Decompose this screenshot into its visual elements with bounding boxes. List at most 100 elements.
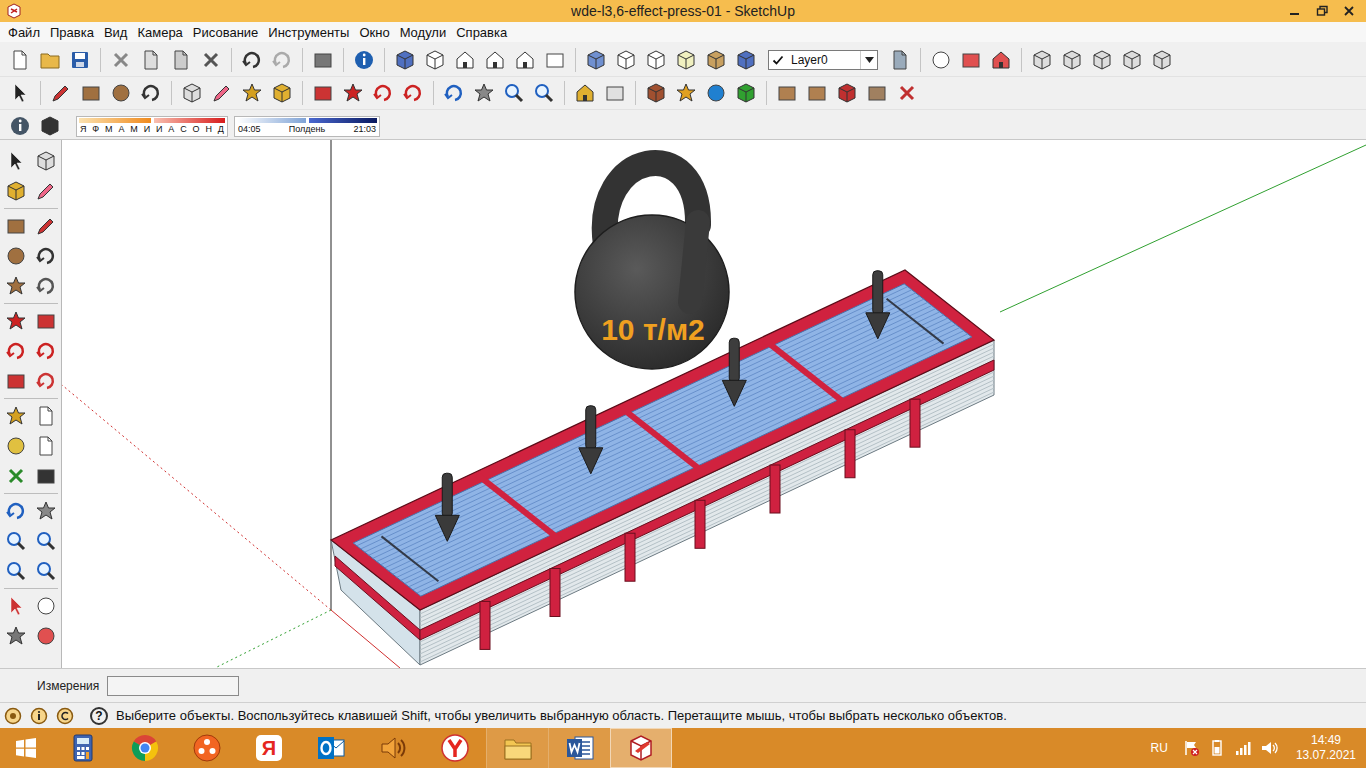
toolbar-button[interactable] [1, 306, 31, 336]
add-location-icon[interactable] [675, 82, 697, 104]
previous-view-icon[interactable] [5, 560, 27, 582]
toolbar-button[interactable] [1148, 46, 1176, 74]
toolbar-button[interactable] [1, 591, 31, 621]
print-icon[interactable] [312, 49, 334, 71]
toolbar-button[interactable] [541, 46, 569, 74]
preview-icon[interactable] [735, 82, 757, 104]
menu-item[interactable]: Справка [451, 25, 512, 40]
time-slider[interactable]: 04:05Полдень21:03 [234, 116, 380, 137]
section-cuts-icon[interactable] [990, 49, 1012, 71]
chrome-taskbar-button[interactable] [114, 728, 176, 768]
model-info-icon[interactable] [353, 49, 375, 71]
toolbar-button[interactable] [31, 401, 61, 431]
toolbar-button[interactable] [137, 79, 165, 107]
toolbar-button[interactable] [1, 146, 31, 176]
toolbar-button[interactable] [702, 79, 730, 107]
rectangle-icon[interactable] [5, 215, 27, 237]
drape-icon[interactable] [836, 82, 858, 104]
toolbar-button[interactable] [309, 79, 337, 107]
pencil-icon[interactable] [50, 82, 72, 104]
toolbar-button[interactable] [339, 79, 367, 107]
toolbar-button[interactable] [178, 79, 206, 107]
toolbar-button[interactable] [31, 526, 61, 556]
toolbar-button[interactable] [530, 79, 558, 107]
toggle-terrain-icon[interactable] [705, 82, 727, 104]
toolbar-button[interactable] [36, 112, 64, 140]
xray-icon[interactable] [585, 49, 607, 71]
open-folder-icon[interactable] [39, 49, 61, 71]
textured-icon[interactable] [705, 49, 727, 71]
toolbar-button[interactable] [47, 79, 75, 107]
close-button[interactable] [1335, 1, 1362, 21]
polygon-icon[interactable] [5, 275, 27, 297]
save-icon[interactable] [69, 49, 91, 71]
toolbar-button[interactable] [238, 79, 266, 107]
geolocation-icon[interactable] [4, 707, 22, 725]
zoom-window-icon[interactable] [35, 530, 57, 552]
zoom-extents-icon[interactable] [533, 82, 555, 104]
section-plane-icon[interactable] [930, 49, 952, 71]
layer-dropdown[interactable]: Layer0 [768, 50, 878, 70]
toolbar-button[interactable] [1, 401, 31, 431]
volume-icon[interactable] [1260, 739, 1278, 757]
toolbar-button[interactable] [31, 431, 61, 461]
toolbar-button[interactable] [1, 526, 31, 556]
calculator-taskbar-button[interactable] [52, 728, 114, 768]
toolbar-button[interactable] [1058, 46, 1086, 74]
toolbar-button[interactable] [31, 366, 61, 396]
text-tool-icon[interactable] [35, 435, 57, 457]
arc-icon[interactable] [35, 245, 57, 267]
toolbar-button[interactable] [732, 46, 760, 74]
toolbar-button[interactable] [107, 46, 135, 74]
menu-item[interactable]: Вид [99, 25, 133, 40]
orbit-icon[interactable] [443, 82, 465, 104]
freehand-icon[interactable] [35, 275, 57, 297]
wireframe-icon[interactable] [615, 49, 637, 71]
toolbar-button[interactable] [268, 46, 296, 74]
flip-edge-icon[interactable] [896, 82, 918, 104]
redo-icon[interactable] [271, 49, 293, 71]
yandex-taskbar-button[interactable]: Я [238, 728, 300, 768]
share-icon[interactable] [604, 82, 626, 104]
toolbar-button[interactable] [137, 46, 165, 74]
line-icon[interactable] [35, 215, 57, 237]
toolbar-button[interactable] [238, 46, 266, 74]
tape-icon[interactable] [241, 82, 263, 104]
toolbar-button[interactable] [1, 336, 31, 366]
rectangle-icon[interactable] [80, 82, 102, 104]
toolbar-button[interactable] [36, 46, 64, 74]
toolbar-button[interactable] [391, 46, 419, 74]
toolbar-button[interactable] [31, 306, 61, 336]
orbit-icon[interactable] [5, 500, 27, 522]
toolbar-button[interactable] [107, 79, 135, 107]
toolbar-button[interactable] [6, 112, 34, 140]
toolbar-button[interactable] [957, 46, 985, 74]
toolbar-button[interactable] [672, 46, 700, 74]
new-file-icon[interactable] [9, 49, 31, 71]
user-icon[interactable] [56, 707, 74, 725]
toolbar-button[interactable] [511, 46, 539, 74]
toolbar-button[interactable] [732, 79, 760, 107]
walk-icon[interactable] [5, 625, 27, 647]
front-view-icon[interactable] [454, 49, 476, 71]
display-section-icon[interactable] [960, 49, 982, 71]
monochrome-icon[interactable] [735, 49, 757, 71]
top-view-icon[interactable] [424, 49, 446, 71]
toolbar-button[interactable] [31, 211, 61, 241]
get-models-icon[interactable] [645, 82, 667, 104]
toolbar-button[interactable] [268, 79, 296, 107]
smoove-icon[interactable] [776, 82, 798, 104]
toolbar-button[interactable] [399, 79, 427, 107]
press-box[interactable] [331, 270, 994, 665]
zoom-icon[interactable] [5, 530, 27, 552]
hidden-line-icon[interactable] [645, 49, 667, 71]
follow-me-icon[interactable] [35, 340, 57, 362]
battery-icon[interactable] [1208, 739, 1226, 757]
circle-icon[interactable] [5, 245, 27, 267]
toolbar-button[interactable] [77, 79, 105, 107]
toolbar-button[interactable] [893, 79, 921, 107]
scene-d-icon[interactable] [1121, 49, 1143, 71]
toolbar-button[interactable] [31, 336, 61, 366]
paste-icon[interactable] [170, 49, 192, 71]
model-viewport[interactable]: 10 т/м2 [62, 140, 1366, 668]
